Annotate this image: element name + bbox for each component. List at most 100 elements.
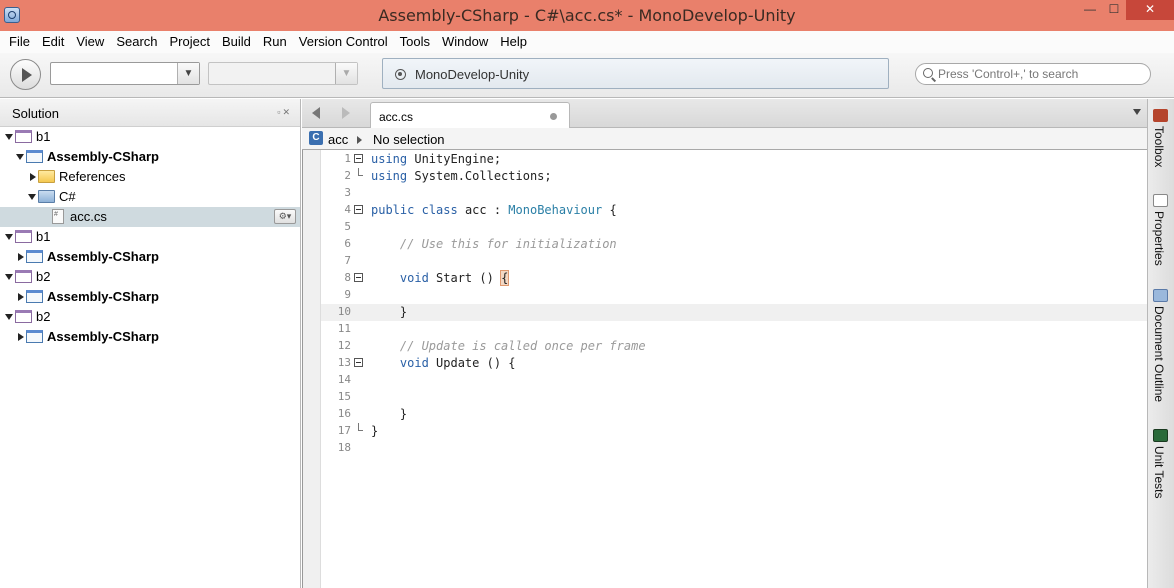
chevron-down-icon[interactable]: ▼ [177,63,199,84]
menu-tools[interactable]: Tools [394,31,436,53]
tree-item-folder[interactable]: References [0,167,300,187]
tab-list-chevron-icon[interactable] [1133,109,1141,115]
editor-area: acc.cs C acc No selection 1 using UnityEn… [302,99,1147,588]
tab-acc-cs[interactable]: acc.cs [370,102,570,129]
menu-build[interactable]: Build [216,31,257,53]
code-line[interactable]: 17} [321,423,1147,440]
code-line[interactable]: 11 [321,321,1147,338]
menu-view[interactable]: View [70,31,110,53]
expander-right-icon[interactable] [18,333,24,341]
search-box[interactable] [915,63,1151,85]
tree-item-project[interactable]: Assembly-CSharp [0,287,300,307]
tree-item-solution[interactable]: b1 [0,127,300,147]
editor-gutter [303,150,321,588]
code-line[interactable]: 4 public class acc : MonoBehaviour { [321,202,1147,219]
status-icon [395,69,406,80]
menu-file[interactable]: File [3,31,36,53]
code-line[interactable]: 14 [321,372,1147,389]
tree-item-solution[interactable]: b2 [0,267,300,287]
platform-combo[interactable]: ▼ [208,62,358,85]
fold-toggle-icon[interactable] [354,273,363,282]
menu-project[interactable]: Project [164,31,216,53]
line-number: 1 [344,152,351,165]
code-token: class [421,203,458,217]
dock-label: Toolbox [1152,126,1166,168]
code-line[interactable]: 15 [321,389,1147,406]
menu-edit[interactable]: Edit [36,31,70,53]
fold-toggle-icon[interactable] [354,154,363,163]
search-icon [923,68,933,78]
path-class-crumb[interactable]: acc [328,132,348,147]
pad-controls[interactable]: ▫✕ [277,107,292,118]
dock-label: Unit Tests [1152,446,1166,499]
fold-end-marker [358,168,363,176]
code-line[interactable]: 5 [321,219,1147,236]
code-text: public class acc : MonoBehaviour { [371,203,617,217]
unsaved-dot-icon[interactable] [550,113,557,120]
tree-item-project[interactable]: Assembly-CSharp [0,247,300,267]
code-line[interactable]: 8 void Start () { [321,270,1147,287]
expander-down-icon[interactable] [5,134,13,140]
close-button[interactable]: ✕ [1126,0,1174,20]
code-line[interactable]: 16 } [321,406,1147,423]
code-line[interactable]: 18 [321,440,1147,457]
expander-down-icon[interactable] [5,274,13,280]
tree-item-solution[interactable]: b1 [0,227,300,247]
code-line[interactable]: 10 } [321,304,1147,321]
expander-right-icon[interactable] [30,173,36,181]
menu-run[interactable]: Run [257,31,293,53]
code-token: MonoBehaviour [508,203,603,217]
expander-down-icon[interactable] [16,154,24,160]
run-button[interactable] [10,59,41,90]
solution-tree: b1 Assembly-CSharp References C# # acc.cs ⚙▾ b1… [0,127,300,347]
code-line[interactable]: 13 void Update () { [321,355,1147,372]
toolbox-icon [1153,109,1168,122]
expander-down-icon[interactable] [28,194,36,200]
navigate-back-icon[interactable] [312,107,320,119]
chevron-down-icon[interactable]: ▼ [335,63,357,84]
menu-version-control[interactable]: Version Control [293,31,394,53]
code-token: // Use this for initialization [399,237,617,251]
line-number: 12 [337,339,351,352]
expander-down-icon[interactable] [5,234,13,240]
line-number: 16 [337,407,351,420]
code-line[interactable]: 2 using System.Collections; [321,168,1147,185]
menu-help[interactable]: Help [494,31,533,53]
code-line[interactable]: 7 [321,253,1147,270]
tree-item-file[interactable]: # acc.cs ⚙▾ [0,207,300,227]
path-member-crumb[interactable]: No selection [373,132,445,147]
fold-toggle-icon[interactable] [354,358,363,367]
menu-search[interactable]: Search [110,31,163,53]
menu-window[interactable]: Window [436,31,494,53]
code-line[interactable]: 1 using UnityEngine; [321,151,1147,168]
code-token: { [602,203,617,217]
expander-down-icon[interactable] [5,314,13,320]
code-line[interactable]: 12 // Update is called once per frame [321,338,1147,355]
line-number: 13 [337,356,351,369]
expander-right-icon[interactable] [18,253,24,261]
tree-item-project[interactable]: Assembly-CSharp [0,147,300,167]
tree-item-folder-blue[interactable]: C# [0,187,300,207]
code-line[interactable]: 3 [321,185,1147,202]
code-text: } [371,424,378,438]
configuration-combo[interactable]: ▼ [50,62,200,85]
code-editor[interactable]: 1 using UnityEngine; 2 using System.Collect… [302,150,1147,588]
search-input[interactable] [938,66,1143,82]
tree-item-solution[interactable]: b2 [0,307,300,327]
line-number: 6 [344,237,351,250]
code-token: { [500,270,510,286]
code-line[interactable]: 6 // Use this for initialization [321,236,1147,253]
tree-item-label: b2 [36,309,51,324]
code-line[interactable]: 9 [321,287,1147,304]
unit-tests-icon [1153,429,1168,442]
tree-item-project[interactable]: Assembly-CSharp [0,327,300,347]
expander-right-icon[interactable] [18,293,24,301]
tree-item-label: Assembly-CSharp [47,329,159,344]
fold-toggle-icon[interactable] [354,205,363,214]
code-token: acc : [457,203,509,217]
code-token: } [371,424,379,438]
navigate-forward-icon[interactable] [342,107,350,119]
gear-icon[interactable]: ⚙▾ [274,209,296,224]
